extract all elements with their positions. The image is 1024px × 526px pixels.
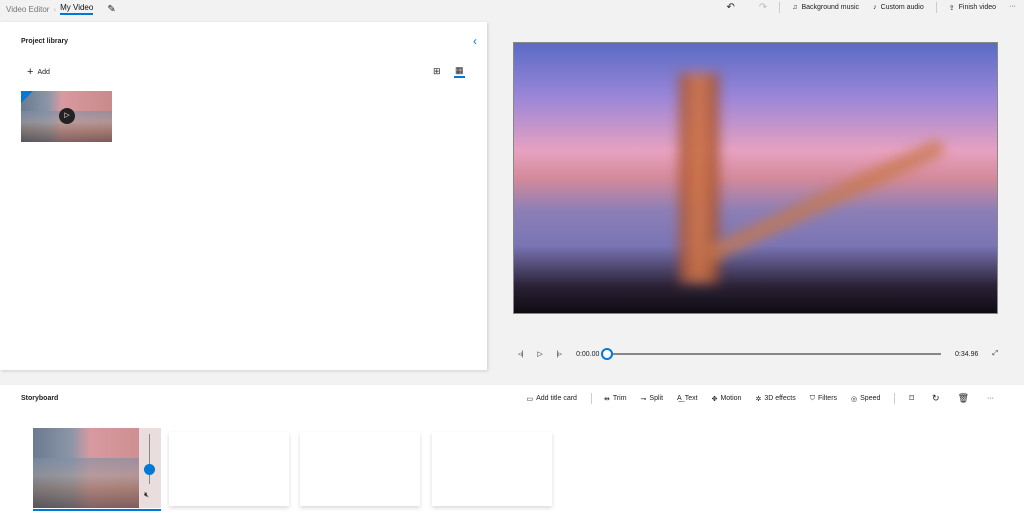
undo-icon[interactable]: ↶ bbox=[726, 2, 734, 13]
project-title[interactable]: My Video bbox=[60, 3, 94, 15]
volume-thumb[interactable] bbox=[144, 464, 155, 475]
large-grid-view-icon[interactable]: ⊞ bbox=[433, 66, 441, 77]
collapse-chevron-icon[interactable]: ‹ bbox=[473, 34, 477, 48]
speed-icon: ◎ bbox=[851, 395, 858, 403]
3d-effects-icon: ✲ bbox=[755, 395, 762, 403]
background-music-label: Background music bbox=[801, 4, 860, 11]
filters-icon: ⛉ bbox=[809, 394, 815, 402]
plus-icon: + bbox=[27, 66, 34, 78]
seek-thumb[interactable] bbox=[601, 348, 614, 360]
filters-label: Filters bbox=[817, 395, 838, 402]
custom-audio-icon: ♪ bbox=[873, 4, 877, 11]
fullscreen-icon[interactable]: ⤢ bbox=[992, 350, 998, 358]
current-time: 0:00.00 bbox=[576, 350, 600, 358]
3d-effects-button[interactable]: ✲ 3D effects bbox=[755, 395, 795, 403]
project-library-title: Project library bbox=[21, 38, 69, 45]
custom-audio-label: Custom audio bbox=[880, 4, 924, 11]
next-frame-icon[interactable]: |▹ bbox=[557, 350, 562, 358]
speed-label: Speed bbox=[860, 395, 881, 402]
library-media-item[interactable]: ▷ bbox=[21, 91, 112, 142]
trim-icon: ⇹ bbox=[603, 395, 610, 403]
title-card-icon: ▭ bbox=[526, 395, 534, 403]
storyboard-empty-slot[interactable] bbox=[432, 432, 552, 506]
resize-icon[interactable]: ⌑ bbox=[909, 393, 914, 404]
3d-effects-label: 3D effects bbox=[764, 395, 796, 402]
redo-icon: ↷ bbox=[758, 2, 768, 13]
divider bbox=[935, 2, 937, 13]
mute-icon[interactable]: 🔇︎ bbox=[144, 490, 149, 500]
add-label: Add bbox=[37, 68, 50, 76]
duration: 0:34.96 bbox=[955, 350, 979, 358]
clip-thumbnail bbox=[33, 458, 139, 508]
trim-label: Trim bbox=[612, 395, 627, 402]
finish-video-button[interactable]: ⇪ Finish video bbox=[949, 4, 996, 12]
add-media-button[interactable]: + Add bbox=[27, 66, 50, 78]
motion-label: Motion bbox=[720, 395, 742, 402]
in-use-corner-badge bbox=[21, 91, 33, 103]
more-options-button[interactable]: ··· bbox=[1009, 3, 1016, 10]
split-button[interactable]: ⊸ Split bbox=[641, 395, 664, 403]
filters-button[interactable]: ⛉ Filters bbox=[810, 395, 837, 403]
speed-button[interactable]: ◎ Speed bbox=[851, 395, 880, 403]
divider bbox=[894, 393, 896, 404]
export-icon: ⇪ bbox=[948, 4, 955, 12]
storyboard-empty-slot[interactable] bbox=[300, 432, 420, 506]
delete-icon[interactable]: 🗑 bbox=[958, 393, 969, 404]
storyboard-toolbar: ▭ Add title card ⇹ Trim ⊸ Split A͟ Text ✥ Mot… bbox=[526, 393, 994, 404]
breadcrumb: Video Editor › My Video ✎ bbox=[6, 2, 116, 16]
project-library-panel: Project library ‹ + Add ⊞ ▦ ▷ bbox=[0, 22, 487, 370]
clip-volume-panel: 🔇︎ bbox=[139, 428, 161, 508]
chevron-right-icon: › bbox=[53, 4, 57, 14]
storyboard-empty-slot[interactable] bbox=[169, 432, 289, 506]
preview-bridge-span bbox=[702, 138, 946, 264]
storyboard-title: Storyboard bbox=[21, 395, 59, 402]
add-title-card-button[interactable]: ▭ Add title card bbox=[526, 395, 576, 403]
play-icon[interactable]: ▷ bbox=[59, 108, 75, 124]
clip-selected-indicator bbox=[33, 509, 161, 511]
motion-icon: ✥ bbox=[711, 395, 718, 403]
divider bbox=[590, 393, 592, 404]
split-label: Split bbox=[649, 395, 664, 402]
trim-button[interactable]: ⇹ Trim bbox=[604, 395, 627, 403]
storyboard-clip[interactable]: 🔇︎ bbox=[33, 428, 161, 508]
rotate-icon[interactable]: ↻ bbox=[932, 393, 940, 404]
top-toolbar: ↶ ↷ ♫ Background music ♪ Custom audio ⇪ Fin… bbox=[726, 2, 996, 13]
volume-slider[interactable] bbox=[149, 434, 150, 484]
storyboard-more-button[interactable]: ··· bbox=[987, 395, 994, 402]
play-icon[interactable]: ▷ bbox=[537, 350, 542, 358]
split-icon: ⊸ bbox=[640, 395, 647, 403]
seek-slider[interactable] bbox=[601, 348, 942, 360]
divider bbox=[779, 2, 781, 13]
edit-pencil-icon[interactable]: ✎ bbox=[107, 4, 115, 15]
text-button[interactable]: A͟ Text bbox=[677, 395, 698, 402]
finish-video-label: Finish video bbox=[958, 4, 996, 11]
text-label: Text bbox=[684, 395, 698, 402]
breadcrumb-root[interactable]: Video Editor bbox=[6, 5, 49, 14]
previous-frame-icon[interactable]: ◃| bbox=[518, 350, 523, 358]
playback-controls: ◃| ▷ |▹ 0:00.00 0:34.96 ⤢ bbox=[518, 346, 998, 362]
video-preview[interactable] bbox=[513, 42, 998, 314]
music-note-icon: ♫ bbox=[792, 4, 798, 11]
background-music-button[interactable]: ♫ Background music bbox=[792, 4, 859, 11]
small-grid-view-icon[interactable]: ▦ bbox=[454, 65, 465, 78]
custom-audio-button[interactable]: ♪ Custom audio bbox=[873, 4, 924, 11]
text-icon: A͟ bbox=[677, 395, 682, 402]
add-title-card-label: Add title card bbox=[536, 395, 577, 402]
motion-button[interactable]: ✥ Motion bbox=[712, 395, 742, 403]
